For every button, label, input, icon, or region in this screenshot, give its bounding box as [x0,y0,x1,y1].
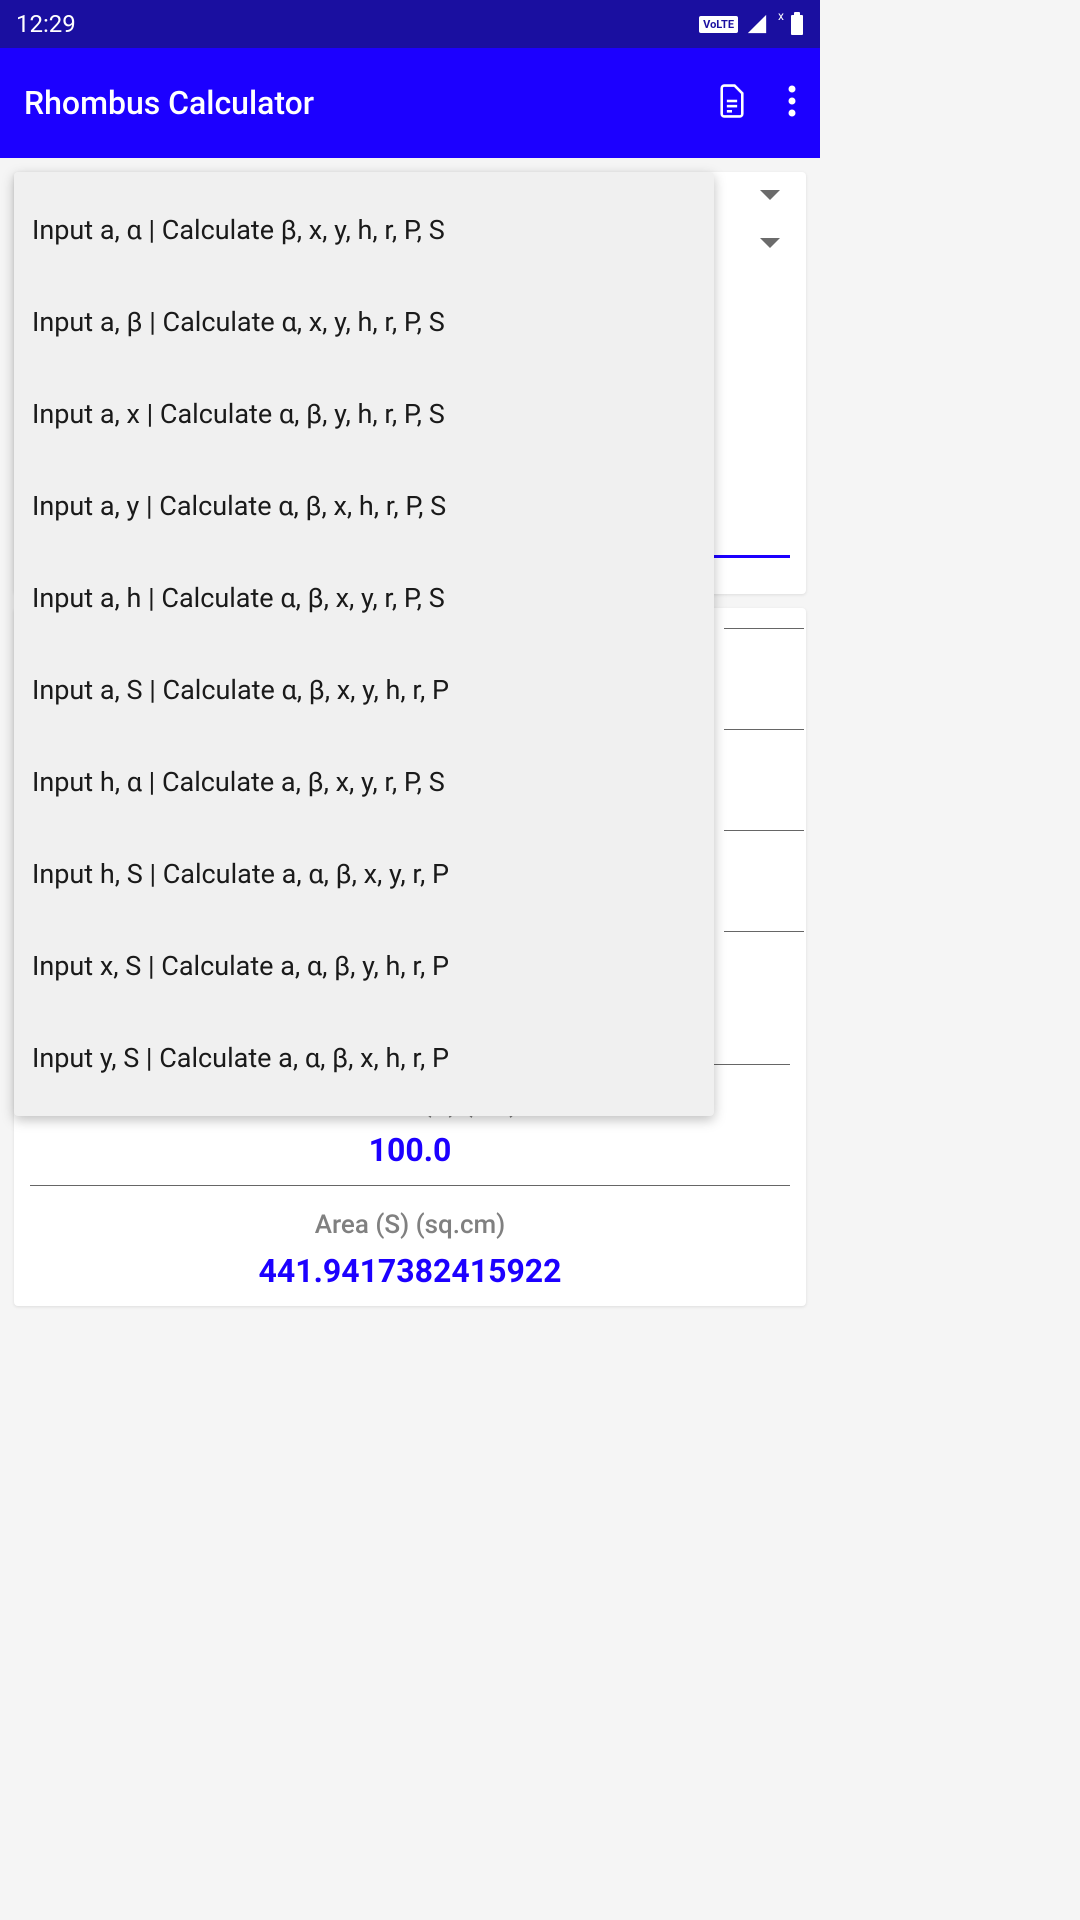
divider [724,729,804,730]
divider [724,628,804,629]
area-label: Area (S) (sq.cm) [30,1210,790,1240]
dropdown-option-8[interactable]: Input x, S | Calculate a, α, β, y, h, r,… [14,920,714,1012]
status-time: 12:29 [16,10,76,38]
status-bar: 12:29 VoLTE x [0,0,820,48]
result-row-area: Area (S) (sq.cm) 441.9417382415922 [14,1202,806,1306]
app-bar: Rhombus Calculator [0,48,820,158]
app-title: Rhombus Calculator [24,84,314,122]
overflow-menu-icon[interactable] [788,85,796,121]
document-icon[interactable] [716,83,748,123]
dropdown-option-2[interactable]: Input a, x | Calculate α, β, y, h, r, P,… [14,368,714,460]
signal-icon [746,13,768,35]
volte-badge: VoLTE [699,16,738,33]
dropdown-option-5[interactable]: Input a, S | Calculate α, β, x, y, h, r,… [14,644,714,736]
dropdown-option-1[interactable]: Input a, β | Calculate α, x, y, h, r, P,… [14,276,714,368]
divider [724,931,804,932]
dropdown-triggers [760,172,780,248]
perimeter-value: 100.0 [30,1131,790,1169]
app-bar-actions [716,83,796,123]
status-icons: VoLTE x [699,12,804,36]
signal-x-indicator: x [778,9,784,23]
dropdown-option-4[interactable]: Input a, h | Calculate α, β, x, y, r, P,… [14,552,714,644]
dropdown-option-3[interactable]: Input a, y | Calculate α, β, x, h, r, P,… [14,460,714,552]
area-value: 441.9417382415922 [30,1252,790,1290]
dropdown-option-9[interactable]: Input y, S | Calculate a, α, β, x, h, r,… [14,1012,714,1104]
divider [724,830,804,831]
dropdown-trigger-2[interactable] [760,238,780,248]
divider [30,1185,790,1186]
battery-icon [790,12,804,36]
dropdown-option-6[interactable]: Input h, α | Calculate a, β, x, y, r, P,… [14,736,714,828]
dropdown-option-0[interactable]: Input a, α | Calculate β, x, y, h, r, P,… [14,184,714,276]
calculation-mode-dropdown: Input a, α | Calculate β, x, y, h, r, P,… [14,172,714,1116]
dropdown-trigger-1[interactable] [760,190,780,200]
dropdown-option-7[interactable]: Input h, S | Calculate a, α, β, x, y, r,… [14,828,714,920]
